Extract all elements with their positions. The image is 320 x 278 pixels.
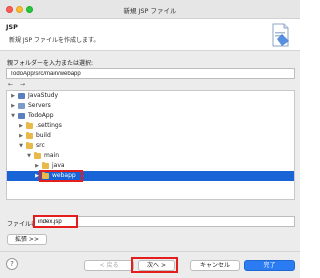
webapp-highlight-box	[39, 170, 83, 182]
tree-item-label: build	[36, 132, 51, 139]
chevron-right-icon[interactable]: ▶	[9, 101, 17, 111]
chevron-down-icon[interactable]: ▼	[9, 111, 17, 121]
project-icon	[18, 113, 25, 119]
project-icon	[18, 93, 25, 99]
tree-item-main[interactable]: ▼ main	[7, 151, 294, 161]
tree-item-label: TodoApp	[28, 112, 54, 119]
folder-icon	[26, 132, 33, 139]
parent-folder-label: 親フォルダーを入力または選択:	[7, 60, 94, 67]
parent-folder-input[interactable]	[6, 68, 295, 79]
finish-button[interactable]: 完了	[244, 260, 295, 271]
forward-arrow-icon[interactable]: →	[18, 81, 27, 90]
tree-item-label: .settings	[36, 122, 62, 129]
server-folder-icon	[18, 103, 25, 109]
back-arrow-icon[interactable]: ←	[6, 81, 15, 90]
window-title: 新規 JSP ファイル	[123, 7, 177, 15]
advanced-button[interactable]: 拡張 >>	[7, 234, 47, 245]
tree-item-src[interactable]: ▼ src	[7, 141, 294, 151]
tree-item-label: Servers	[28, 102, 51, 109]
chevron-down-icon[interactable]: ▼	[17, 141, 25, 151]
folder-icon	[34, 152, 41, 159]
next-highlight-box	[131, 257, 178, 273]
jsp-wizard-icon	[272, 23, 289, 47]
back-button[interactable]: < 戻る	[84, 260, 134, 271]
folder-icon	[26, 142, 33, 149]
wizard-title: JSP	[6, 23, 18, 31]
wizard-description: 新規 JSP ファイルを作成します。	[9, 37, 100, 44]
file-name-highlight-box	[33, 215, 78, 228]
tree-item-todoapp[interactable]: ▼ TodoApp	[7, 111, 294, 121]
tree-item-javastudy[interactable]: ▶ JavaStudy	[7, 91, 294, 101]
chevron-right-icon[interactable]: ▶	[17, 131, 25, 141]
tree-item-label: main	[44, 152, 59, 159]
footer-divider	[0, 251, 300, 252]
wizard-header: JSP 新規 JSP ファイルを作成します。	[0, 19, 300, 51]
tree-item-label: src	[36, 142, 45, 149]
folder-icon	[42, 162, 49, 169]
tree-history-toolbar: ← →	[6, 81, 27, 90]
tree-item-build[interactable]: ▶ build	[7, 131, 294, 141]
chevron-right-icon[interactable]: ▶	[9, 91, 17, 101]
new-jsp-file-dialog: 新規 JSP ファイル JSP 新規 JSP ファイルを作成します。 親フォルダ…	[0, 0, 300, 278]
cancel-button[interactable]: キャンセル	[190, 260, 240, 271]
folder-icon	[26, 122, 33, 129]
tree-item-servers[interactable]: ▶ Servers	[7, 101, 294, 111]
chevron-right-icon[interactable]: ▶	[17, 121, 25, 131]
folder-tree[interactable]: ▶ JavaStudy ▶ Servers ▼ TodoApp ▶ .setti…	[6, 90, 295, 200]
help-button[interactable]: ?	[6, 258, 18, 270]
chevron-down-icon[interactable]: ▼	[25, 151, 33, 161]
title-bar: 新規 JSP ファイル	[0, 0, 300, 19]
tree-item-label: JavaStudy	[28, 92, 58, 99]
tree-item-settings[interactable]: ▶ .settings	[7, 121, 294, 131]
